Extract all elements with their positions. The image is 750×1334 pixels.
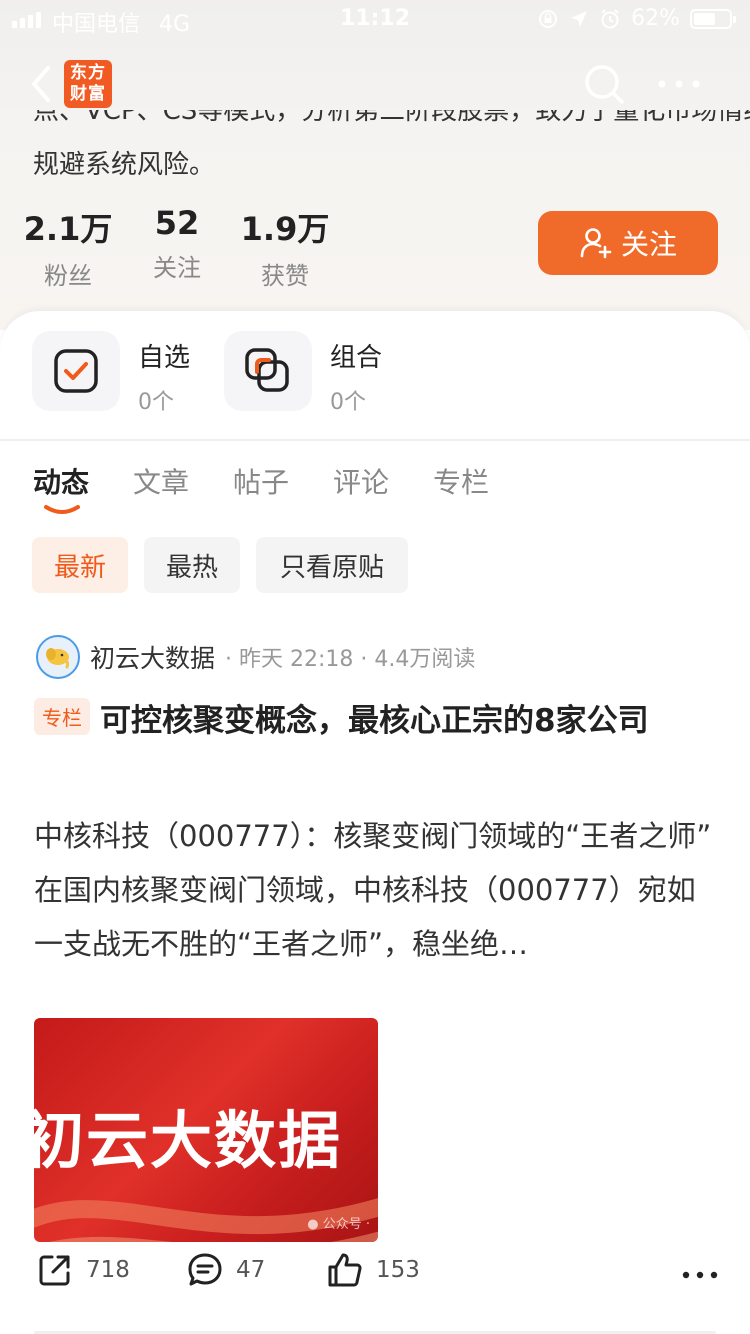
elephant-icon bbox=[46, 648, 70, 669]
location-icon bbox=[571, 10, 588, 27]
checkbox-icon bbox=[32, 331, 120, 411]
stat-value: 1.9万 bbox=[240, 210, 330, 248]
filter-original-only[interactable]: 只看原贴 bbox=[256, 537, 408, 593]
share-icon bbox=[39, 1255, 70, 1286]
comment-count: 47 bbox=[236, 1257, 266, 1283]
orientation-lock-icon bbox=[539, 9, 558, 28]
add-user-icon bbox=[580, 228, 612, 259]
shortcut-title: 组合 bbox=[330, 343, 383, 373]
portfolio-icon bbox=[224, 331, 312, 411]
battery-percent: 62% bbox=[631, 6, 680, 31]
wechat-icon: ● bbox=[307, 1217, 319, 1232]
comment-button[interactable]: 47 bbox=[186, 1251, 265, 1289]
post-title-row[interactable]: 专栏 可控核聚变概念，最核心正宗的8家公司 bbox=[34, 695, 724, 747]
share-count: 718 bbox=[86, 1257, 130, 1283]
filter-latest[interactable]: 最新 bbox=[32, 537, 128, 593]
post-body[interactable]: 中核科技（000777）：核聚变阀门领域的“王者之师” 在国内核聚变阀门领域，中… bbox=[34, 809, 724, 971]
post-body-paragraph: 在国内核聚变阀门领域，中核科技（000777）宛如一支战无不胜的“王者之师”，稳… bbox=[34, 873, 696, 961]
stat-label: 粉丝 bbox=[44, 262, 92, 290]
more-horizontal-icon[interactable] bbox=[680, 1265, 720, 1285]
like-button[interactable]: 153 bbox=[326, 1251, 420, 1289]
content-card: 自选 0个 组合 0个 动态 文章 帖子 评论 专栏 最新 最热 只看原贴 初云… bbox=[0, 310, 750, 1334]
stat-label: 获赞 bbox=[261, 262, 309, 290]
stat-label: 关注 bbox=[153, 254, 201, 282]
search-icon[interactable] bbox=[582, 62, 626, 106]
tab-posts[interactable]: 帖子 bbox=[233, 461, 289, 501]
author-name[interactable]: 初云大数据 bbox=[90, 639, 215, 675]
bio-text: 规避系统风险。 bbox=[33, 150, 216, 180]
battery-icon bbox=[690, 8, 736, 29]
follow-button[interactable]: 关注 bbox=[538, 211, 718, 275]
bio-cut-text: 点、VCP、CS等模式，分析第三阶段股票，致力于量化市场情绪 bbox=[33, 110, 750, 126]
thumbs-up-icon bbox=[328, 1253, 362, 1287]
avatar[interactable] bbox=[36, 635, 80, 679]
tab-comments[interactable]: 评论 bbox=[333, 461, 389, 501]
more-horizontal-icon[interactable] bbox=[654, 72, 704, 96]
tab-columns[interactable]: 专栏 bbox=[433, 461, 489, 501]
like-count: 153 bbox=[376, 1257, 420, 1283]
status-right: 62% bbox=[537, 6, 736, 31]
tab-dynamics[interactable]: 动态 bbox=[33, 461, 89, 501]
brand-logo: 东方 财富 bbox=[64, 60, 112, 108]
status-bar: 中国电信 4G 11:12 62% bbox=[0, 0, 750, 42]
comment-icon bbox=[188, 1253, 222, 1286]
watermark-text: 公众号 · bbox=[322, 1217, 370, 1232]
stat-following[interactable]: 52 关注 bbox=[117, 204, 237, 283]
shortcut-count: 0个 bbox=[330, 390, 366, 415]
stat-fans[interactable]: 2.1万 粉丝 bbox=[8, 204, 128, 291]
shortcut-count: 0个 bbox=[138, 390, 174, 415]
chevron-left-icon[interactable] bbox=[26, 62, 56, 106]
image-brand-text: 初云大数据 bbox=[34, 1104, 343, 1177]
stat-value: 2.1万 bbox=[23, 210, 113, 248]
battery-fill bbox=[694, 12, 716, 25]
post-meta: · 昨天 22:18 · 4.4万阅读 bbox=[225, 647, 476, 672]
post-title: 可控核聚变概念，最核心正宗的8家公司 bbox=[100, 703, 649, 739]
bio-cut-line: 点、VCP、CS等模式，分析第三阶段股票，致力于量化市场情绪 bbox=[33, 110, 750, 132]
tab-bar: 动态 文章 帖子 评论 专栏 bbox=[0, 461, 750, 521]
image-watermark: ● 公众号 · bbox=[307, 1213, 370, 1232]
filter-hottest[interactable]: 最热 bbox=[144, 537, 240, 593]
stat-likes[interactable]: 1.9万 获赞 bbox=[225, 204, 345, 291]
post-author-row: 初云大数据 · 昨天 22:18 · 4.4万阅读 bbox=[36, 633, 475, 681]
stat-value: 52 bbox=[154, 204, 200, 242]
shortcut-watchlist[interactable]: 自选 0个 bbox=[32, 331, 190, 416]
column-tag: 专栏 bbox=[34, 698, 90, 735]
shortcut-portfolio[interactable]: 组合 0个 bbox=[224, 331, 382, 416]
tab-articles[interactable]: 文章 bbox=[133, 461, 189, 501]
logo-line-1: 东方 bbox=[70, 63, 106, 83]
shortcut-title: 自选 bbox=[138, 343, 191, 373]
share-button[interactable]: 718 bbox=[36, 1251, 130, 1289]
active-tab-indicator bbox=[44, 505, 80, 514]
alarm-icon bbox=[601, 8, 619, 28]
post-body-paragraph: 中核科技（000777）：核聚变阀门领域的“王者之师” bbox=[34, 819, 712, 853]
post-actions: 718 47 153 bbox=[0, 1251, 750, 1327]
post-image[interactable]: 初云大数据 ● 公众号 · bbox=[34, 1018, 378, 1242]
divider bbox=[0, 439, 750, 441]
logo-line-2: 财富 bbox=[70, 84, 106, 104]
follow-label: 关注 bbox=[620, 228, 677, 261]
